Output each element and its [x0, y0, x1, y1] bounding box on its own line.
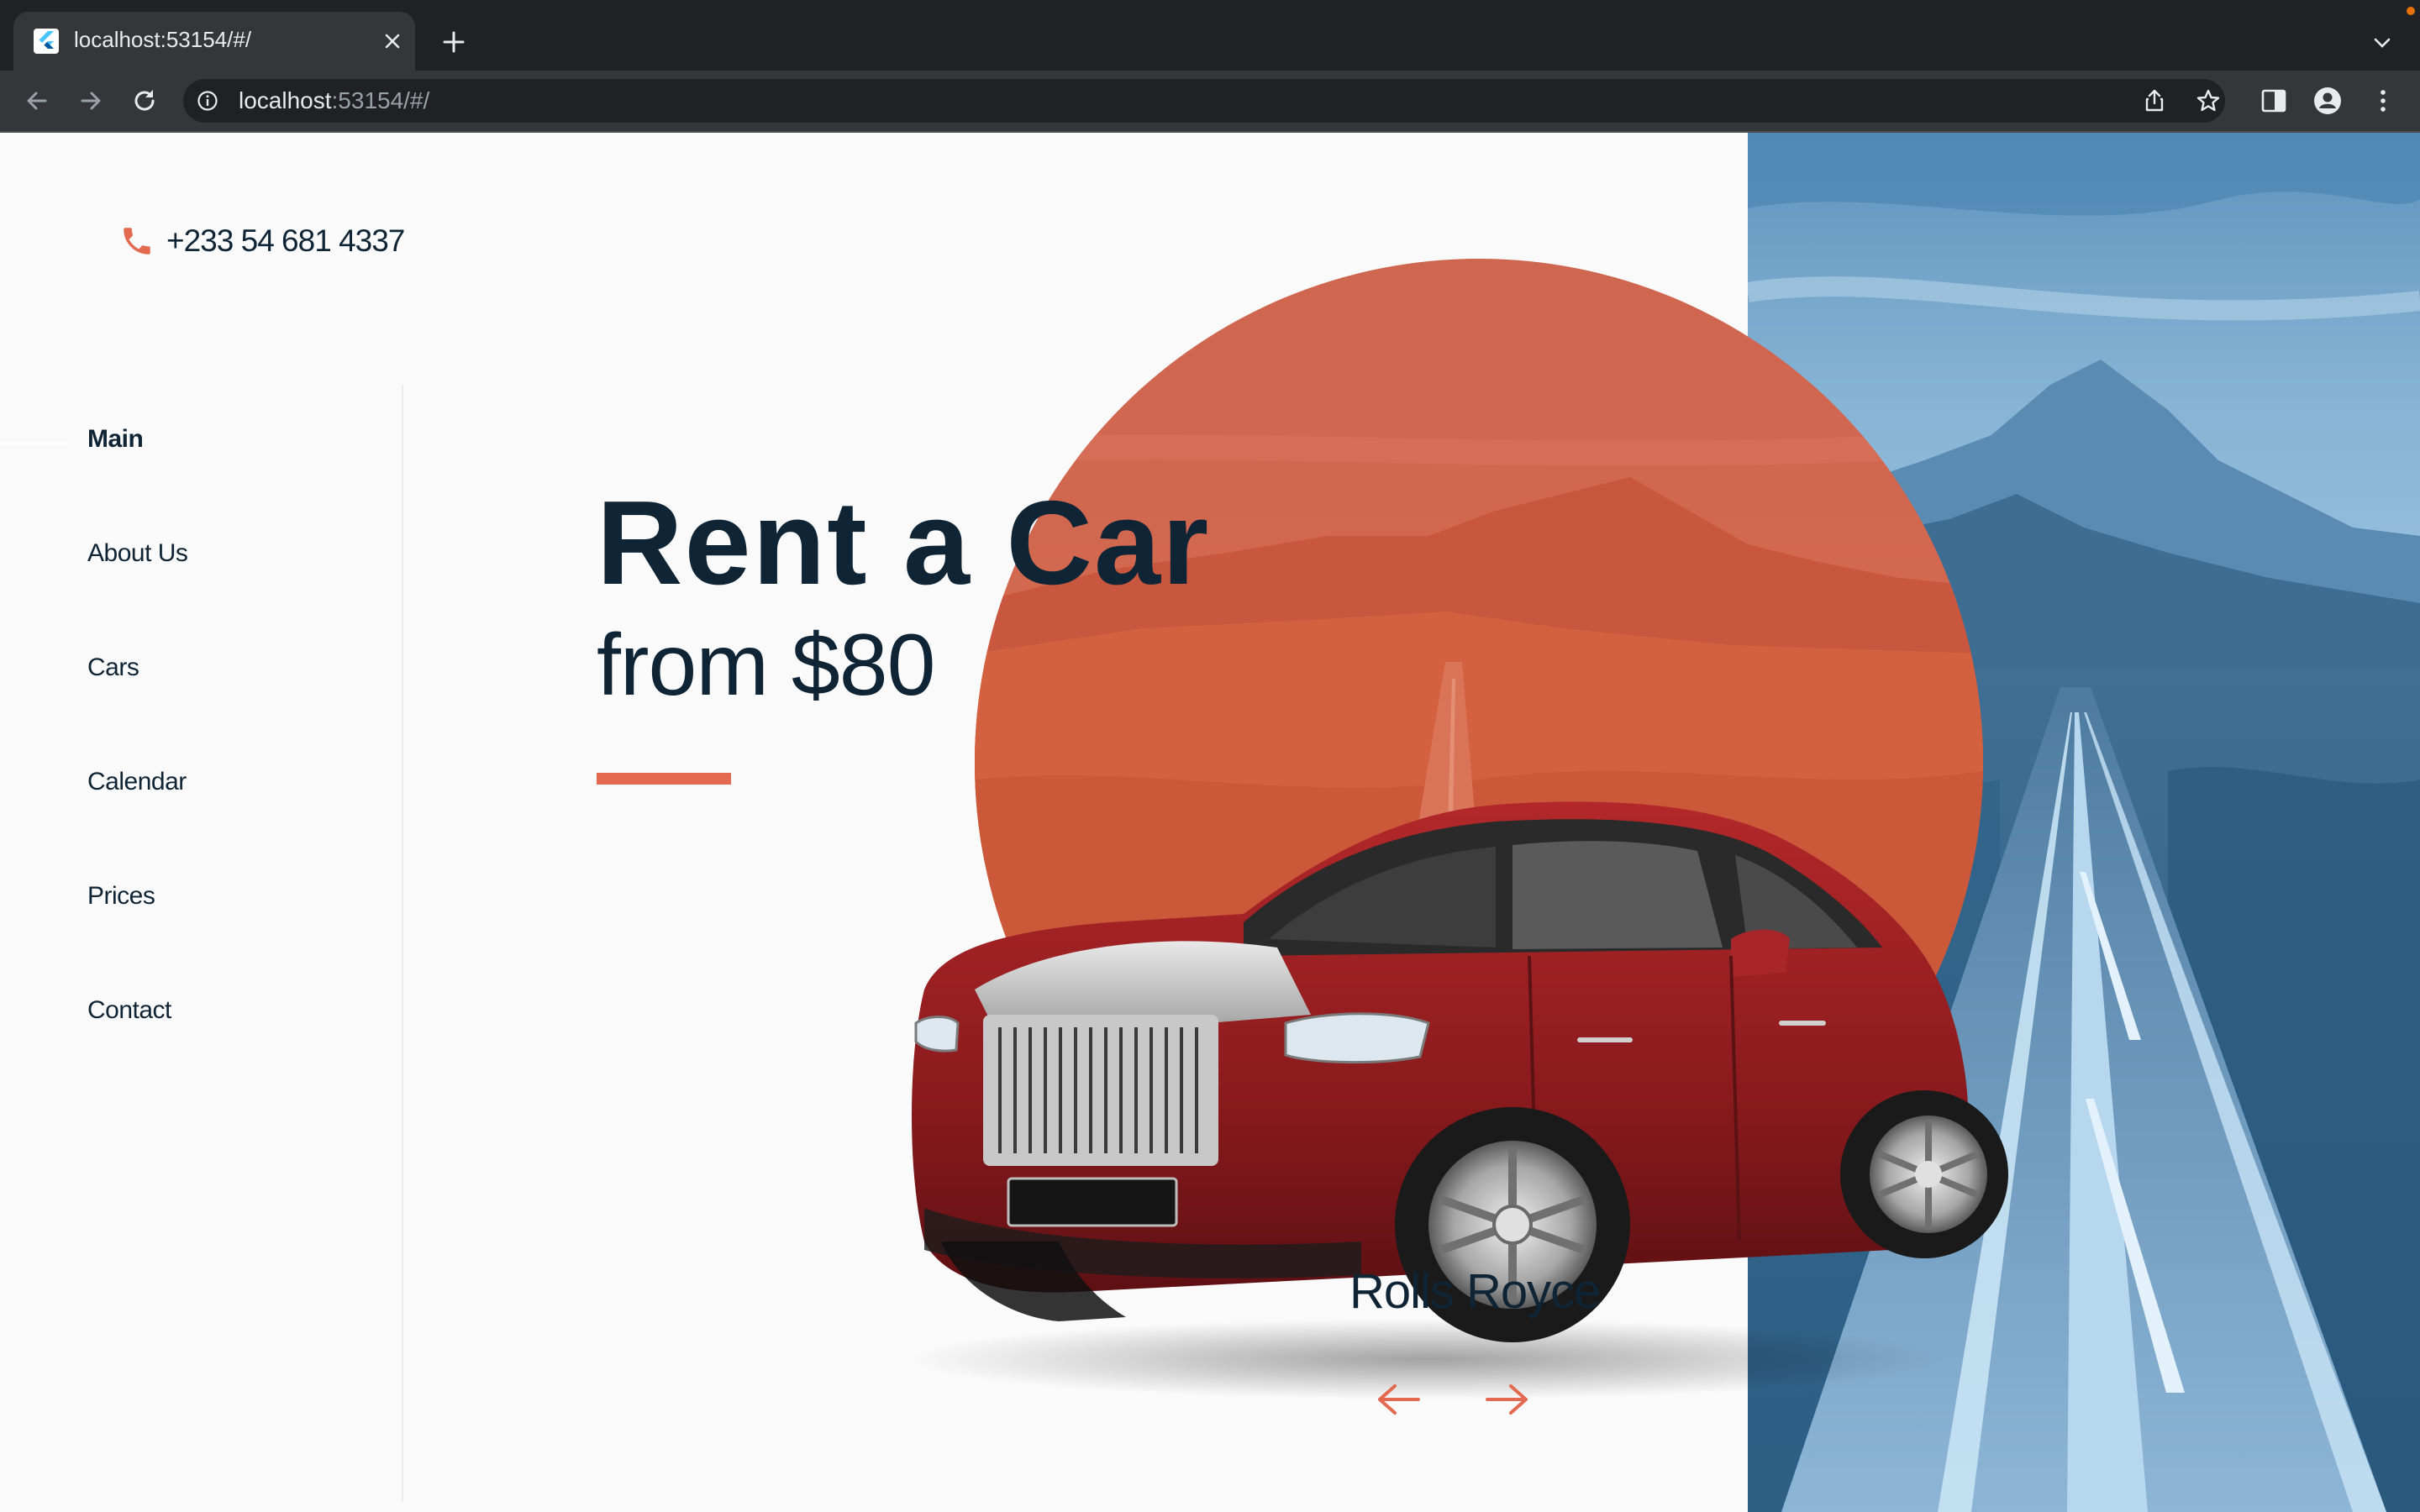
hero-title: Rent a Car: [597, 476, 1211, 610]
side-panel-icon[interactable]: [2259, 86, 2289, 116]
nav-item-contact[interactable]: Contact: [87, 996, 171, 1025]
flutter-favicon-icon: [34, 29, 59, 54]
url-path: :53154/#/: [331, 87, 430, 113]
browser-toolbar: localhost:53154/#/: [0, 71, 2420, 131]
close-tab-icon[interactable]: [380, 29, 405, 54]
hero-accent-underline: [597, 773, 731, 785]
car-model-name: Rolls Royce: [1349, 1264, 1601, 1319]
nav-item-about-us[interactable]: About Us: [87, 539, 188, 568]
reload-icon[interactable]: [128, 84, 161, 118]
nav-item-cars[interactable]: Cars: [87, 654, 139, 682]
browser-tab[interactable]: localhost:53154/#/: [13, 12, 415, 71]
nav-item-calendar[interactable]: Calendar: [87, 768, 187, 796]
info-icon[interactable]: [197, 90, 218, 112]
nav-item-prices[interactable]: Prices: [87, 882, 155, 911]
arrow-left-icon[interactable]: [1373, 1381, 1423, 1418]
phone-icon: [124, 228, 150, 255]
nav-active-indicator: [0, 442, 67, 445]
bookmark-star-icon[interactable]: [2195, 87, 2222, 114]
back-arrow-icon[interactable]: [20, 84, 54, 118]
phone-number: +233 54 681 4337: [166, 223, 405, 258]
tab-title: localhost:53154/#/: [74, 27, 252, 52]
url-host: localhost: [239, 87, 332, 113]
forward-arrow-icon[interactable]: [74, 84, 108, 118]
browser-tab-strip: localhost:53154/#/: [0, 0, 2420, 71]
page-viewport: +233 54 681 4337 Main About Us Cars Cale…: [0, 133, 2420, 1512]
hero-subtitle: from $80: [597, 617, 935, 714]
nav-divider: [402, 385, 403, 1502]
profile-avatar-icon[interactable]: [2312, 86, 2343, 116]
new-tab-icon[interactable]: [437, 25, 471, 59]
update-indicator-dot: [2407, 7, 2415, 15]
share-icon[interactable]: [2141, 87, 2168, 114]
browser-menu-icon[interactable]: [2368, 86, 2398, 116]
nav-item-main[interactable]: Main: [87, 425, 144, 454]
address-bar[interactable]: localhost:53154/#/: [183, 79, 2225, 123]
url-text: localhost:53154/#/: [239, 87, 429, 114]
arrow-right-icon[interactable]: [1482, 1381, 1533, 1418]
chevron-down-icon[interactable]: [2370, 30, 2395, 55]
